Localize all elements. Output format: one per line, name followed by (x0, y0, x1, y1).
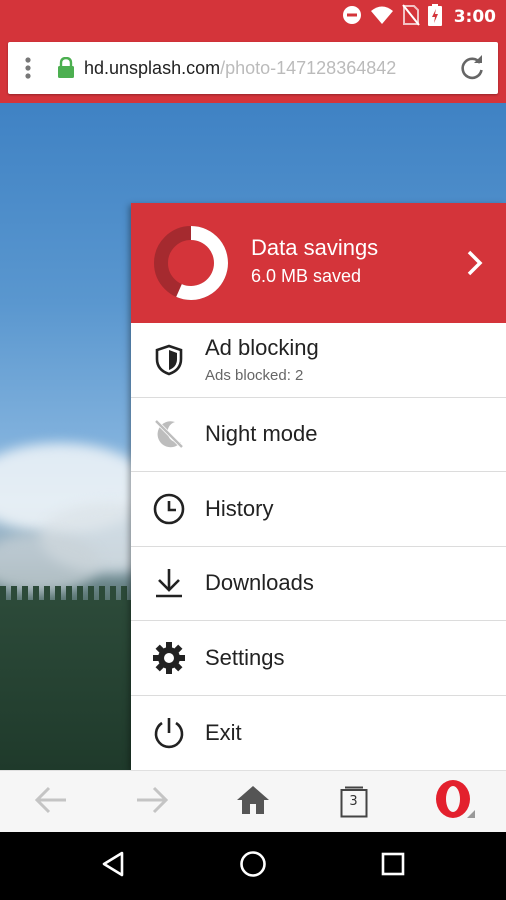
data-savings-item[interactable]: Data savings 6.0 MB saved (131, 203, 506, 323)
do-not-disturb-icon (342, 5, 362, 29)
moon-off-icon (151, 416, 187, 452)
menu-item-exit[interactable]: Exit (131, 696, 506, 771)
data-savings-title: Data savings (251, 235, 379, 260)
nav-home-button[interactable] (213, 832, 293, 900)
status-time: 3:00 (453, 6, 496, 27)
home-icon (235, 784, 271, 820)
back-button[interactable] (0, 771, 101, 833)
menu-item-sublabel: Ads blocked: 2 (205, 367, 304, 384)
system-navigation-bar (0, 832, 506, 900)
forward-button[interactable] (101, 771, 202, 833)
data-savings-subtitle: 6.0 MB saved (251, 266, 362, 286)
menu-item-label: Exit (205, 719, 242, 745)
lock-icon[interactable] (48, 42, 84, 94)
status-icons: 3:00 (342, 0, 496, 33)
gear-icon (151, 640, 187, 676)
menu-item-label: Ad blocking (205, 335, 319, 360)
menu-item-label: Downloads (205, 570, 314, 596)
clock-icon (151, 491, 187, 527)
menu-item-ad-blocking[interactable]: Ad blocking Ads blocked: 2 (131, 323, 506, 398)
reload-icon[interactable] (446, 42, 498, 94)
power-icon (151, 715, 187, 751)
address-bar-area: hd.unsplash.com/photo-147128364842 (0, 33, 506, 103)
nav-recents-button[interactable] (353, 832, 433, 900)
arrow-right-icon (135, 786, 169, 818)
data-savings-gauge-icon (153, 225, 229, 301)
tab-count: 3 (349, 794, 358, 809)
battery-charging-icon (427, 3, 442, 30)
tabs-icon: 3 (340, 786, 368, 818)
url-text[interactable]: hd.unsplash.com/photo-147128364842 (84, 58, 446, 79)
menu-item-settings[interactable]: Settings (131, 621, 506, 696)
triangle-back-icon (100, 850, 126, 882)
status-bar: 3:00 (0, 0, 506, 33)
menu-item-night-mode[interactable]: Night mode (131, 398, 506, 472)
download-icon (151, 565, 187, 601)
menu-item-label: History (205, 495, 274, 521)
menu-item-downloads[interactable]: Downloads (131, 547, 506, 621)
square-recents-icon (381, 852, 405, 880)
more-options-icon[interactable] (8, 42, 48, 94)
menu-item-history[interactable]: History (131, 472, 506, 547)
circle-home-icon (239, 850, 267, 882)
menu-item-label: Settings (205, 644, 285, 670)
browser-menu: Data savings 6.0 MB saved Ad blocking Ad… (131, 203, 506, 770)
bottom-toolbar: 3 (0, 770, 506, 832)
home-button[interactable] (202, 771, 303, 833)
wifi-icon (370, 5, 394, 29)
opera-logo-icon (433, 778, 477, 826)
shield-icon (151, 342, 187, 378)
url-path: /photo-147128364842 (220, 57, 397, 78)
opera-menu-button[interactable] (404, 771, 505, 833)
menu-item-label: Night mode (205, 421, 318, 447)
arrow-left-icon (34, 786, 68, 818)
chevron-right-icon (464, 247, 486, 279)
data-savings-text: Data savings 6.0 MB saved (251, 235, 378, 287)
nav-back-button[interactable] (73, 832, 153, 900)
tabs-button[interactable]: 3 (303, 771, 404, 833)
url-domain: hd.unsplash.com (84, 57, 221, 78)
address-bar[interactable]: hd.unsplash.com/photo-147128364842 (8, 42, 498, 94)
no-sim-icon (401, 3, 420, 30)
